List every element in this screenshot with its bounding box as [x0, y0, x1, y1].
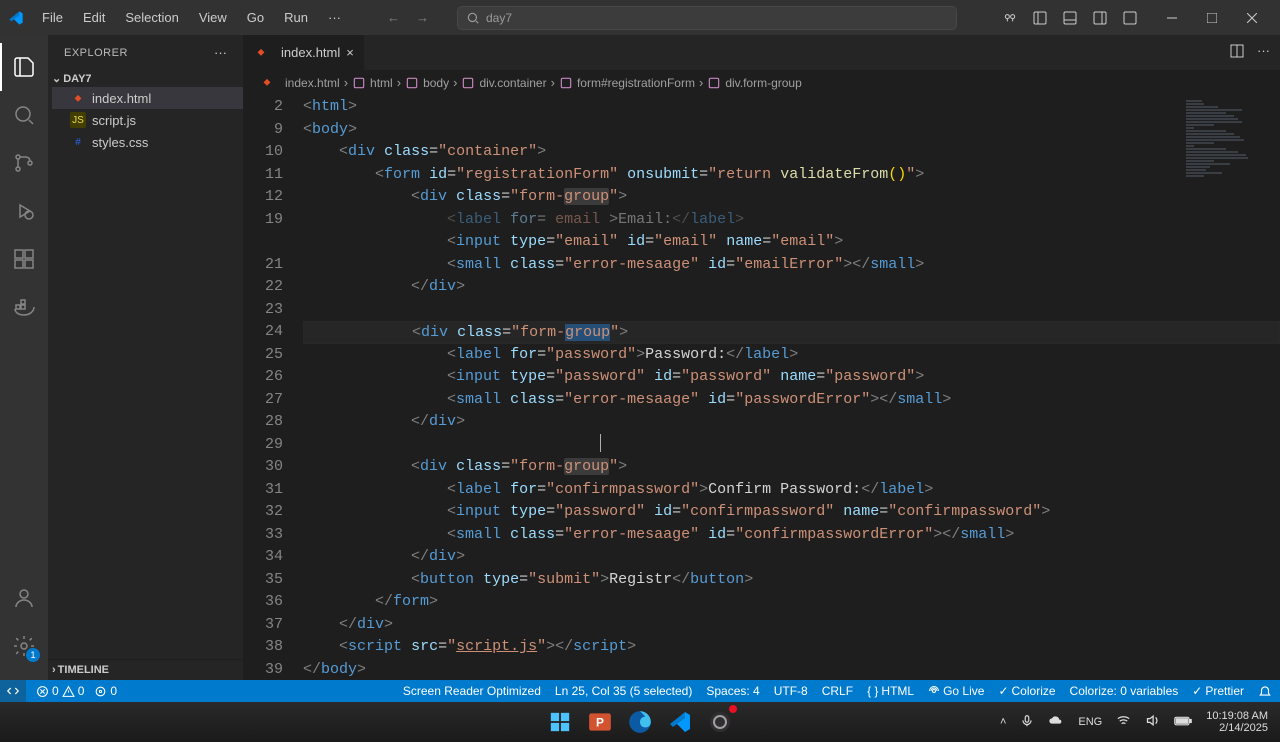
tray-volume-icon[interactable] — [1145, 713, 1160, 731]
status-golive[interactable]: Go Live — [928, 684, 984, 698]
tray-mic-icon[interactable] — [1020, 714, 1034, 731]
status-colorize-vars[interactable]: Colorize: 0 variables — [1070, 684, 1179, 698]
breadcrumb-bar[interactable]: ⬥index.html › html › body › div.containe… — [243, 70, 1280, 96]
file-tree: ⬥ index.html JS script.js # styles.css — [48, 87, 243, 153]
css-file-icon: # — [70, 134, 86, 150]
explorer-sidebar: EXPLORER ··· ⌄ DAY7 ⬥ index.html JS scri… — [48, 35, 243, 680]
tray-clock[interactable]: 10:19:08 AM 2/14/2025 — [1206, 710, 1268, 734]
activity-extensions[interactable] — [0, 235, 48, 283]
activity-search[interactable] — [0, 91, 48, 139]
activity-docker[interactable] — [0, 283, 48, 331]
status-eol[interactable]: CRLF — [822, 684, 853, 698]
folder-header[interactable]: ⌄ DAY7 — [48, 70, 243, 87]
activity-bar: 1 — [0, 35, 48, 680]
task-edge[interactable] — [623, 705, 657, 739]
status-language[interactable]: { } HTML — [867, 684, 914, 698]
tray-chevron-icon[interactable]: ˄ — [1000, 716, 1006, 728]
activity-account[interactable] — [0, 574, 48, 622]
status-screen-reader[interactable]: Screen Reader Optimized — [403, 684, 541, 698]
remote-indicator[interactable] — [0, 680, 26, 702]
window-minimize[interactable] — [1152, 0, 1192, 35]
svg-text:P: P — [596, 715, 604, 729]
status-spaces[interactable]: Spaces: 4 — [706, 684, 759, 698]
tray-language[interactable]: ENG — [1078, 716, 1102, 728]
command-center-search[interactable]: day7 — [457, 6, 957, 30]
windows-taskbar: P ˄ ENG 10:19:08 AM 2/14/2025 — [0, 702, 1280, 742]
html-file-icon: ⬥ — [70, 90, 86, 106]
file-label: styles.css — [92, 135, 148, 150]
status-notifications-icon[interactable] — [1258, 684, 1272, 698]
search-text: day7 — [486, 11, 512, 25]
tab-close-icon[interactable]: × — [346, 45, 354, 60]
js-file-icon: JS — [70, 112, 86, 128]
window-close[interactable] — [1232, 0, 1272, 35]
status-bar: 0 0 0 Screen Reader Optimized Ln 25, Col… — [0, 680, 1280, 702]
menu-edit[interactable]: Edit — [75, 6, 113, 29]
activity-explorer[interactable] — [0, 43, 48, 91]
tray-onedrive-icon[interactable] — [1048, 713, 1064, 732]
task-start[interactable] — [543, 705, 577, 739]
more-actions-icon[interactable]: ··· — [1257, 43, 1270, 62]
activity-settings[interactable]: 1 — [0, 622, 48, 670]
nav-back[interactable]: ← — [383, 8, 404, 27]
line-gutter: 2910111219212223242526272829303132333435… — [243, 96, 303, 680]
chevron-right-icon: › — [52, 664, 56, 676]
bc-label: div.container — [479, 76, 546, 90]
file-label: script.js — [92, 113, 136, 128]
bc-label: body — [423, 76, 449, 90]
editor-content[interactable]: 2910111219212223242526272829303132333435… — [243, 96, 1280, 680]
status-ports[interactable]: 0 — [94, 684, 117, 698]
tabs-bar: ⬥ index.html × ··· — [243, 35, 1280, 70]
status-encoding[interactable]: UTF-8 — [774, 684, 808, 698]
tab-label: index.html — [281, 45, 340, 60]
status-cursor[interactable]: Ln 25, Col 35 (5 selected) — [555, 684, 692, 698]
editor-tab[interactable]: ⬥ index.html × — [243, 35, 365, 70]
file-item-styles[interactable]: # styles.css — [52, 131, 243, 153]
bc-label: div.form-group — [725, 76, 801, 90]
copilot-icon[interactable] — [1002, 10, 1018, 26]
layout-secondary-icon[interactable] — [1092, 10, 1108, 26]
task-powerpoint[interactable]: P — [583, 705, 617, 739]
file-item-script[interactable]: JS script.js — [52, 109, 243, 131]
bc-label: form#registrationForm — [577, 76, 695, 90]
bc-label: html — [370, 76, 393, 90]
menu-view[interactable]: View — [191, 6, 235, 29]
layout-primary-icon[interactable] — [1032, 10, 1048, 26]
activity-debug[interactable] — [0, 187, 48, 235]
layout-panel-icon[interactable] — [1062, 10, 1078, 26]
split-editor-icon[interactable] — [1229, 43, 1245, 62]
status-errors[interactable]: 0 0 — [36, 684, 84, 698]
code-area[interactable]: <html><body> <div class="container"> <fo… — [303, 96, 1280, 680]
minimap[interactable] — [1186, 96, 1266, 680]
html-file-icon: ⬥ — [253, 45, 269, 61]
layout-customize-icon[interactable] — [1122, 10, 1138, 26]
folder-name: DAY7 — [63, 73, 91, 85]
activity-source-control[interactable] — [0, 139, 48, 187]
menu-file[interactable]: File — [34, 6, 71, 29]
menu-selection[interactable]: Selection — [117, 6, 186, 29]
vscode-icon — [8, 10, 24, 26]
title-bar: File Edit Selection View Go Run ··· ← → … — [0, 0, 1280, 35]
menu-go[interactable]: Go — [239, 6, 272, 29]
tray-wifi-icon[interactable] — [1116, 713, 1131, 731]
menu-more[interactable]: ··· — [320, 6, 349, 29]
editor-area: ⬥ index.html × ··· ⬥index.html › html › … — [243, 35, 1280, 680]
file-label: index.html — [92, 91, 151, 106]
task-obs[interactable] — [703, 705, 737, 739]
bc-label: index.html — [285, 76, 340, 90]
task-vscode[interactable] — [663, 705, 697, 739]
file-item-index[interactable]: ⬥ index.html — [52, 87, 243, 109]
menu-run[interactable]: Run — [276, 6, 316, 29]
window-maximize[interactable] — [1192, 0, 1232, 35]
tray-battery-icon[interactable] — [1174, 715, 1192, 730]
timeline-header[interactable]: › TIMELINE — [48, 659, 243, 680]
html-file-icon: ⬥ — [259, 75, 275, 91]
explorer-more-icon[interactable]: ··· — [214, 45, 227, 60]
timeline-label: TIMELINE — [58, 664, 109, 676]
nav-forward[interactable]: → — [412, 8, 433, 27]
status-prettier[interactable]: ✓ Prettier — [1192, 684, 1244, 698]
chevron-down-icon: ⌄ — [52, 72, 61, 85]
status-colorize[interactable]: ✓ Colorize — [998, 684, 1055, 698]
explorer-title: EXPLORER — [64, 47, 128, 59]
